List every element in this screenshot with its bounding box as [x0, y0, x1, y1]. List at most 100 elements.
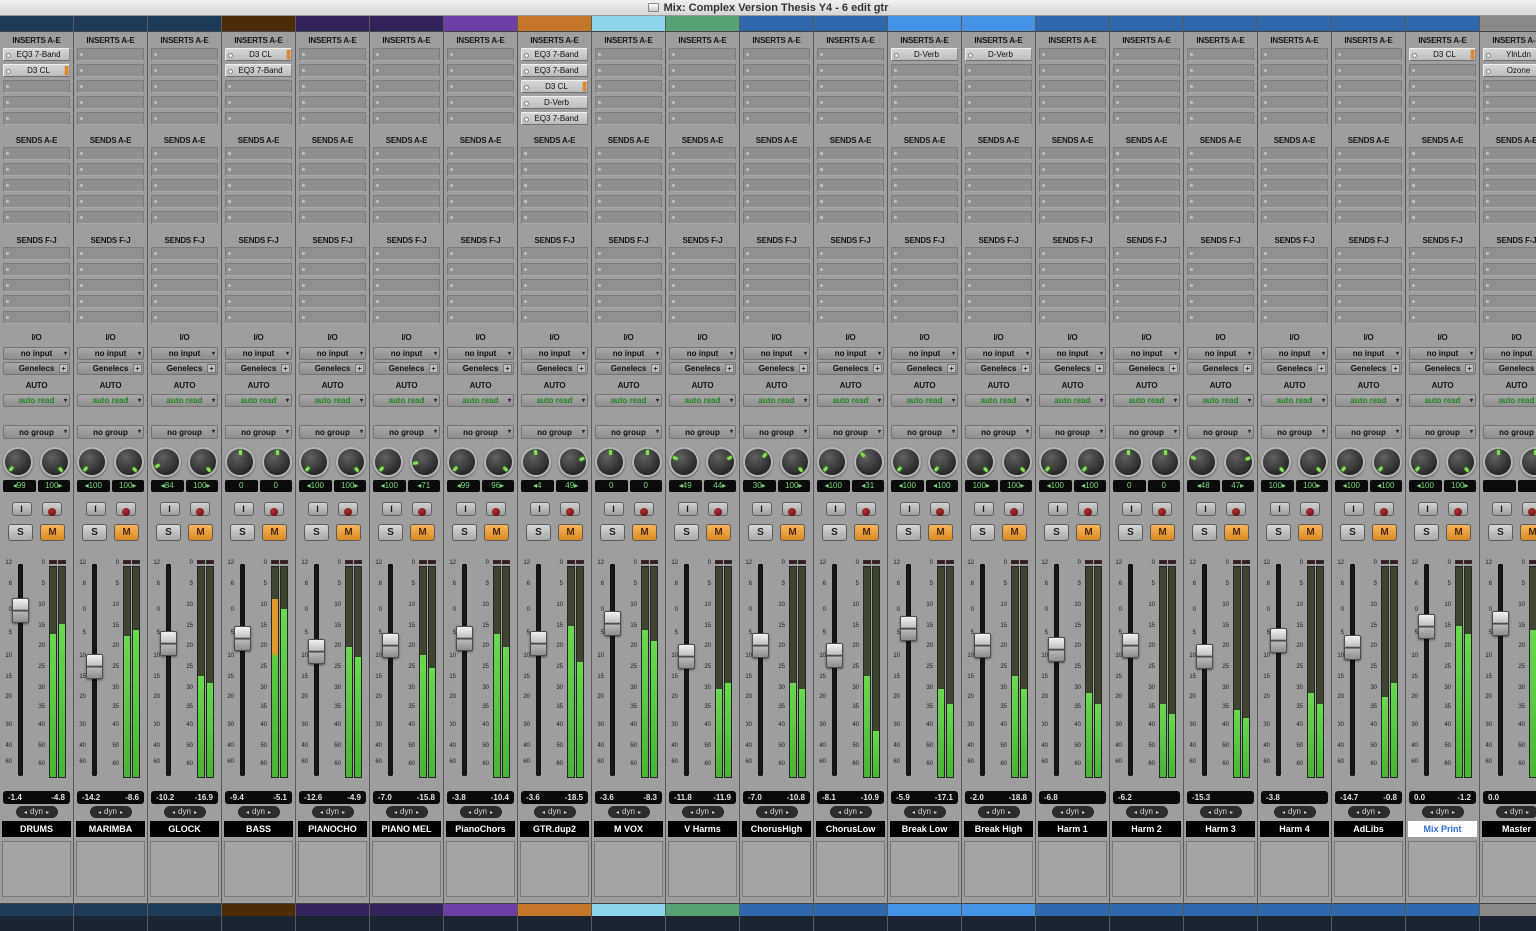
fader-handle[interactable]	[234, 626, 251, 651]
clip-indicator-right[interactable]	[650, 560, 658, 564]
dyn-button[interactable]: dyn	[1052, 806, 1094, 818]
track-color-bar[interactable]	[666, 16, 739, 32]
insert-slot-empty[interactable]	[1187, 96, 1254, 109]
send-slot-empty[interactable]	[373, 279, 440, 292]
pan-knob-right[interactable]	[1372, 447, 1402, 477]
automation-mode-button[interactable]: auto read	[1483, 394, 1536, 407]
fader-handle[interactable]	[1344, 635, 1361, 660]
group-selector[interactable]: no group	[1335, 425, 1402, 439]
pan-display-right[interactable]: 44▸	[704, 480, 737, 492]
output-selector[interactable]: Genelecs	[1483, 362, 1536, 375]
group-selector[interactable]: no group	[1409, 425, 1476, 439]
send-slot-empty[interactable]	[1113, 195, 1180, 208]
send-slot-empty[interactable]	[1335, 311, 1402, 324]
fader-handle[interactable]	[1122, 633, 1139, 658]
insert-slot-empty[interactable]	[1483, 96, 1536, 109]
insert-slot-empty[interactable]	[1261, 48, 1328, 61]
fader-handle[interactable]	[974, 633, 991, 658]
send-slot-empty[interactable]	[299, 279, 366, 292]
send-slot-empty[interactable]	[595, 211, 662, 224]
pan-knob-left[interactable]	[817, 447, 847, 477]
pan-display-right[interactable]: ◂100	[1074, 480, 1107, 492]
send-slot-empty[interactable]	[817, 279, 884, 292]
track-color-bar[interactable]	[370, 16, 443, 32]
send-slot-empty[interactable]	[743, 179, 810, 192]
insert-slot[interactable]: D-Verb	[521, 96, 588, 109]
solo-button[interactable]: S	[526, 524, 551, 541]
input-monitor-button[interactable]: I	[160, 502, 180, 516]
send-slot-empty[interactable]	[1335, 263, 1402, 276]
send-slot-empty[interactable]	[1335, 163, 1402, 176]
send-slot-empty[interactable]	[1409, 163, 1476, 176]
send-slot-empty[interactable]	[1335, 147, 1402, 160]
clip-indicator-right[interactable]	[1390, 560, 1398, 564]
track-name[interactable]: DRUMS	[2, 821, 71, 837]
input-monitor-button[interactable]: I	[752, 502, 772, 516]
insert-slot-empty[interactable]	[1039, 96, 1106, 109]
record-enable-button[interactable]	[42, 502, 62, 516]
track-name[interactable]: GLOCK	[150, 821, 219, 837]
insert-slot-empty[interactable]	[1335, 48, 1402, 61]
send-slot-empty[interactable]	[299, 247, 366, 260]
insert-slot-empty[interactable]	[1335, 112, 1402, 125]
insert-slot-empty[interactable]	[1187, 48, 1254, 61]
send-slot-empty[interactable]	[1113, 211, 1180, 224]
insert-slot-empty[interactable]	[743, 112, 810, 125]
send-slot-empty[interactable]	[3, 311, 70, 324]
fader-handle[interactable]	[826, 643, 843, 668]
pan-display-right[interactable]: 100▸	[1444, 480, 1477, 492]
insert-slot-empty[interactable]	[817, 112, 884, 125]
send-slot-empty[interactable]	[1261, 247, 1328, 260]
send-slot-empty[interactable]	[743, 295, 810, 308]
send-slot-empty[interactable]	[1261, 263, 1328, 276]
track-color-bar-bottom[interactable]	[1036, 903, 1109, 916]
insert-slot-empty[interactable]	[743, 80, 810, 93]
track-name[interactable]: V Harms	[668, 821, 737, 837]
send-slot-empty[interactable]	[1335, 179, 1402, 192]
send-slot-empty[interactable]	[595, 179, 662, 192]
insert-slot-empty[interactable]	[965, 96, 1032, 109]
send-slot-empty[interactable]	[669, 195, 736, 208]
track-color-bar-bottom[interactable]	[518, 903, 591, 916]
output-selector[interactable]: Genelecs	[669, 362, 736, 375]
input-monitor-button[interactable]: I	[308, 502, 328, 516]
send-slot-empty[interactable]	[1409, 147, 1476, 160]
send-slot-empty[interactable]	[1483, 147, 1536, 160]
pan-knob-left[interactable]	[3, 447, 33, 477]
comments-area[interactable]	[964, 841, 1033, 897]
pan-display-right[interactable]	[1518, 480, 1536, 492]
pan-display-right[interactable]: 0	[260, 480, 293, 492]
automation-mode-button[interactable]: auto read	[77, 394, 144, 407]
insert-slot-empty[interactable]	[373, 64, 440, 77]
clip-indicator-right[interactable]	[798, 560, 806, 564]
track-color-bar-bottom[interactable]	[1406, 903, 1479, 916]
send-slot-empty[interactable]	[3, 147, 70, 160]
dyn-button[interactable]: dyn	[238, 806, 280, 818]
input-monitor-button[interactable]: I	[1492, 502, 1512, 516]
send-slot-empty[interactable]	[447, 247, 514, 260]
pan-knob-left[interactable]	[1187, 447, 1217, 477]
track-color-bar-bottom[interactable]	[888, 903, 961, 916]
pan-knob-left[interactable]	[743, 447, 773, 477]
mute-button[interactable]: M	[928, 524, 953, 541]
send-slot-empty[interactable]	[521, 179, 588, 192]
insert-slot-empty[interactable]	[1335, 80, 1402, 93]
send-slot-empty[interactable]	[1187, 163, 1254, 176]
send-slot-empty[interactable]	[1261, 147, 1328, 160]
automation-mode-button[interactable]: auto read	[1335, 394, 1402, 407]
send-slot-empty[interactable]	[595, 311, 662, 324]
track-color-bar-bottom[interactable]	[0, 903, 73, 916]
send-slot-empty[interactable]	[891, 195, 958, 208]
send-slot-empty[interactable]	[965, 147, 1032, 160]
input-selector[interactable]: no input	[1187, 347, 1254, 360]
pan-knob-right[interactable]	[854, 447, 884, 477]
input-selector[interactable]: no input	[225, 347, 292, 360]
pan-knob-right[interactable]	[1002, 447, 1032, 477]
pan-display-left[interactable]: 30▸	[743, 480, 776, 492]
track-color-bar[interactable]	[1480, 16, 1536, 32]
send-slot-empty[interactable]	[521, 279, 588, 292]
send-slot-empty[interactable]	[743, 279, 810, 292]
send-slot-empty[interactable]	[447, 195, 514, 208]
clip-indicator-left[interactable]	[1381, 560, 1389, 564]
dyn-button[interactable]: dyn	[1126, 806, 1168, 818]
